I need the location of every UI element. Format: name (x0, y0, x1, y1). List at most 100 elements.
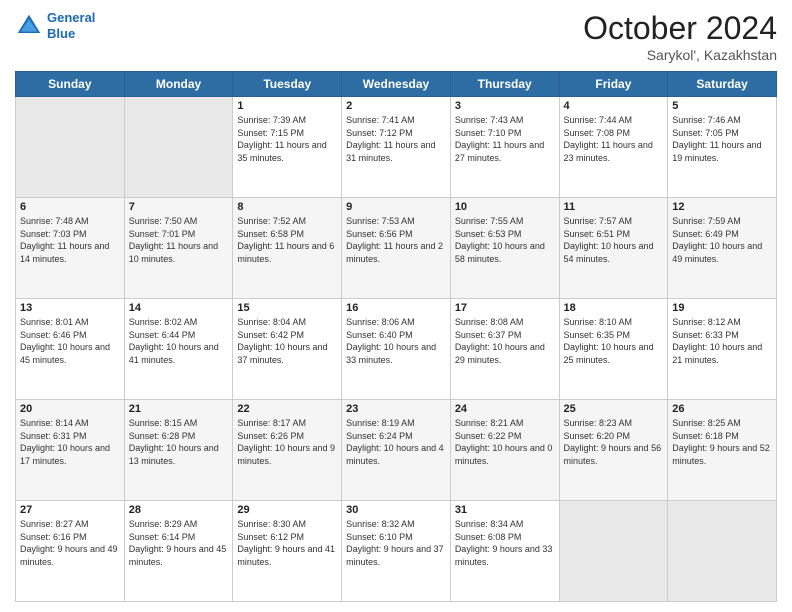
day-header: Sunday (16, 72, 125, 97)
calendar-cell: 29 Sunrise: 8:30 AMSunset: 6:12 PMDayligh… (233, 501, 342, 602)
day-number: 9 (346, 201, 446, 213)
day-number: 16 (346, 302, 446, 314)
logo: General Blue (15, 10, 95, 41)
day-info: Sunrise: 7:39 AMSunset: 7:15 PMDaylight:… (237, 114, 337, 164)
day-info: Sunrise: 8:23 AMSunset: 6:20 PMDaylight:… (564, 417, 664, 467)
day-number: 1 (237, 100, 337, 112)
calendar-table: SundayMondayTuesdayWednesdayThursdayFrid… (15, 71, 777, 602)
logo-line2: Blue (47, 26, 75, 41)
calendar-cell: 27Sunrise: 8:27 AMSunset: 6:16 PMDayligh… (16, 501, 125, 602)
calendar-cell: 23 Sunrise: 8:19 AMSunset: 6:24 PMDayligh… (342, 400, 451, 501)
day-info: Sunrise: 7:55 AMSunset: 6:53 PMDaylight:… (455, 215, 555, 265)
calendar-cell: 1 Sunrise: 7:39 AMSunset: 7:15 PMDaylight… (233, 97, 342, 198)
day-number: 4 (564, 100, 664, 112)
day-info: Sunrise: 7:59 AMSunset: 6:49 PMDaylight:… (672, 215, 772, 265)
calendar-cell (668, 501, 777, 602)
day-info: Sunrise: 7:44 AMSunset: 7:08 PMDaylight:… (564, 114, 664, 164)
logo-icon (15, 12, 43, 40)
day-info: Sunrise: 8:02 AMSunset: 6:44 PMDaylight:… (129, 316, 229, 366)
day-info: Sunrise: 7:41 AMSunset: 7:12 PMDaylight:… (346, 114, 446, 164)
calendar-cell: 11 Sunrise: 7:57 AMSunset: 6:51 PMDayligh… (559, 198, 668, 299)
day-info: Sunrise: 8:25 AMSunset: 6:18 PMDaylight:… (672, 417, 772, 467)
title-block: October 2024 Sarykol', Kazakhstan (583, 10, 777, 63)
calendar-cell: 17Sunrise: 8:08 AMSunset: 6:37 PMDayligh… (450, 299, 559, 400)
day-info: Sunrise: 7:46 AMSunset: 7:05 PMDaylight:… (672, 114, 772, 164)
page: General Blue October 2024 Sarykol', Kaza… (0, 0, 792, 612)
page-subtitle: Sarykol', Kazakhstan (583, 47, 777, 63)
page-title: October 2024 (583, 10, 777, 47)
calendar-cell: 30 Sunrise: 8:32 AMSunset: 6:10 PMDayligh… (342, 501, 451, 602)
calendar-cell: 22Sunrise: 8:17 AMSunset: 6:26 PMDayligh… (233, 400, 342, 501)
day-info: Sunrise: 7:53 AMSunset: 6:56 PMDaylight:… (346, 215, 446, 265)
day-info: Sunrise: 7:43 AMSunset: 7:10 PMDaylight:… (455, 114, 555, 164)
calendar-week-row: 6Sunrise: 7:48 AMSunset: 7:03 PMDaylight… (16, 198, 777, 299)
calendar-cell: 16 Sunrise: 8:06 AMSunset: 6:40 PMDayligh… (342, 299, 451, 400)
calendar-cell: 12Sunrise: 7:59 AMSunset: 6:49 PMDayligh… (668, 198, 777, 299)
day-header: Wednesday (342, 72, 451, 97)
day-info: Sunrise: 8:19 AMSunset: 6:24 PMDaylight:… (346, 417, 446, 467)
calendar-cell (124, 97, 233, 198)
calendar-cell: 5 Sunrise: 7:46 AMSunset: 7:05 PMDaylight… (668, 97, 777, 198)
calendar-week-row: 20Sunrise: 8:14 AMSunset: 6:31 PMDayligh… (16, 400, 777, 501)
day-number: 22 (237, 403, 337, 415)
day-header: Tuesday (233, 72, 342, 97)
day-info: Sunrise: 8:15 AMSunset: 6:28 PMDaylight:… (129, 417, 229, 467)
calendar-cell: 18 Sunrise: 8:10 AMSunset: 6:35 PMDayligh… (559, 299, 668, 400)
day-info: Sunrise: 8:30 AMSunset: 6:12 PMDaylight:… (237, 518, 337, 568)
day-number: 21 (129, 403, 229, 415)
day-info: Sunrise: 8:34 AMSunset: 6:08 PMDaylight:… (455, 518, 555, 568)
calendar-cell: 7 Sunrise: 7:50 AMSunset: 7:01 PMDaylight… (124, 198, 233, 299)
day-header: Monday (124, 72, 233, 97)
day-header: Saturday (668, 72, 777, 97)
logo-text: General Blue (47, 10, 95, 41)
day-number: 28 (129, 504, 229, 516)
day-number: 30 (346, 504, 446, 516)
day-info: Sunrise: 8:04 AMSunset: 6:42 PMDaylight:… (237, 316, 337, 366)
calendar-week-row: 13Sunrise: 8:01 AMSunset: 6:46 PMDayligh… (16, 299, 777, 400)
day-number: 23 (346, 403, 446, 415)
day-number: 11 (564, 201, 664, 213)
day-info: Sunrise: 7:50 AMSunset: 7:01 PMDaylight:… (129, 215, 229, 265)
calendar-cell: 26 Sunrise: 8:25 AMSunset: 6:18 PMDayligh… (668, 400, 777, 501)
day-number: 3 (455, 100, 555, 112)
day-number: 18 (564, 302, 664, 314)
day-number: 29 (237, 504, 337, 516)
day-info: Sunrise: 8:06 AMSunset: 6:40 PMDaylight:… (346, 316, 446, 366)
day-number: 6 (20, 201, 120, 213)
calendar-cell: 4 Sunrise: 7:44 AMSunset: 7:08 PMDaylight… (559, 97, 668, 198)
calendar-cell: 9 Sunrise: 7:53 AMSunset: 6:56 PMDaylight… (342, 198, 451, 299)
day-number: 5 (672, 100, 772, 112)
calendar-cell: 24 Sunrise: 8:21 AMSunset: 6:22 PMDayligh… (450, 400, 559, 501)
day-info: Sunrise: 8:01 AMSunset: 6:46 PMDaylight:… (20, 316, 120, 366)
calendar-cell: 25Sunrise: 8:23 AMSunset: 6:20 PMDayligh… (559, 400, 668, 501)
day-info: Sunrise: 8:32 AMSunset: 6:10 PMDaylight:… (346, 518, 446, 568)
day-number: 7 (129, 201, 229, 213)
calendar-cell: 10 Sunrise: 7:55 AMSunset: 6:53 PMDayligh… (450, 198, 559, 299)
day-number: 24 (455, 403, 555, 415)
day-number: 17 (455, 302, 555, 314)
day-header: Thursday (450, 72, 559, 97)
calendar-cell: 31Sunrise: 8:34 AMSunset: 6:08 PMDayligh… (450, 501, 559, 602)
calendar-cell: 2 Sunrise: 7:41 AMSunset: 7:12 PMDaylight… (342, 97, 451, 198)
day-info: Sunrise: 7:57 AMSunset: 6:51 PMDaylight:… (564, 215, 664, 265)
logo-line1: General (47, 10, 95, 25)
calendar-cell: 6Sunrise: 7:48 AMSunset: 7:03 PMDaylight… (16, 198, 125, 299)
day-info: Sunrise: 8:12 AMSunset: 6:33 PMDaylight:… (672, 316, 772, 366)
calendar-week-row: 27Sunrise: 8:27 AMSunset: 6:16 PMDayligh… (16, 501, 777, 602)
day-number: 20 (20, 403, 120, 415)
day-info: Sunrise: 8:10 AMSunset: 6:35 PMDaylight:… (564, 316, 664, 366)
calendar-cell (559, 501, 668, 602)
day-number: 15 (237, 302, 337, 314)
day-info: Sunrise: 8:27 AMSunset: 6:16 PMDaylight:… (20, 518, 120, 568)
day-number: 26 (672, 403, 772, 415)
day-header: Friday (559, 72, 668, 97)
day-number: 10 (455, 201, 555, 213)
calendar-cell: 15 Sunrise: 8:04 AMSunset: 6:42 PMDayligh… (233, 299, 342, 400)
calendar-cell: 13Sunrise: 8:01 AMSunset: 6:46 PMDayligh… (16, 299, 125, 400)
calendar-cell: 21 Sunrise: 8:15 AMSunset: 6:28 PMDayligh… (124, 400, 233, 501)
calendar-cell: 3 Sunrise: 7:43 AMSunset: 7:10 PMDaylight… (450, 97, 559, 198)
day-number: 8 (237, 201, 337, 213)
day-number: 2 (346, 100, 446, 112)
day-info: Sunrise: 8:21 AMSunset: 6:22 PMDaylight:… (455, 417, 555, 467)
calendar-cell: 20Sunrise: 8:14 AMSunset: 6:31 PMDayligh… (16, 400, 125, 501)
